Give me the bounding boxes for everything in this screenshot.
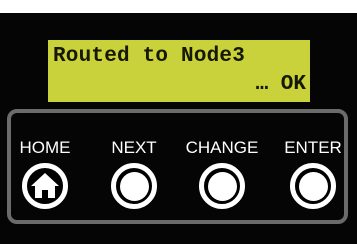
next-button[interactable] xyxy=(111,163,157,209)
dot-icon xyxy=(298,171,328,201)
next-label: NEXT xyxy=(111,138,157,157)
enter-label: ENTER xyxy=(284,138,342,157)
lcd-line-1: Routed to Node3 xyxy=(53,45,246,68)
enter-button[interactable] xyxy=(290,163,336,209)
change-label: CHANGE xyxy=(185,138,259,157)
home-button[interactable] xyxy=(22,163,68,209)
lcd-line-2: … OK xyxy=(255,73,306,96)
home-icon xyxy=(31,173,59,198)
dot-icon xyxy=(119,171,149,201)
home-label: HOME xyxy=(19,138,71,157)
dot-icon xyxy=(207,171,237,201)
lcd-display: Routed to Node3 … OK xyxy=(48,40,310,102)
change-button[interactable] xyxy=(199,163,245,209)
